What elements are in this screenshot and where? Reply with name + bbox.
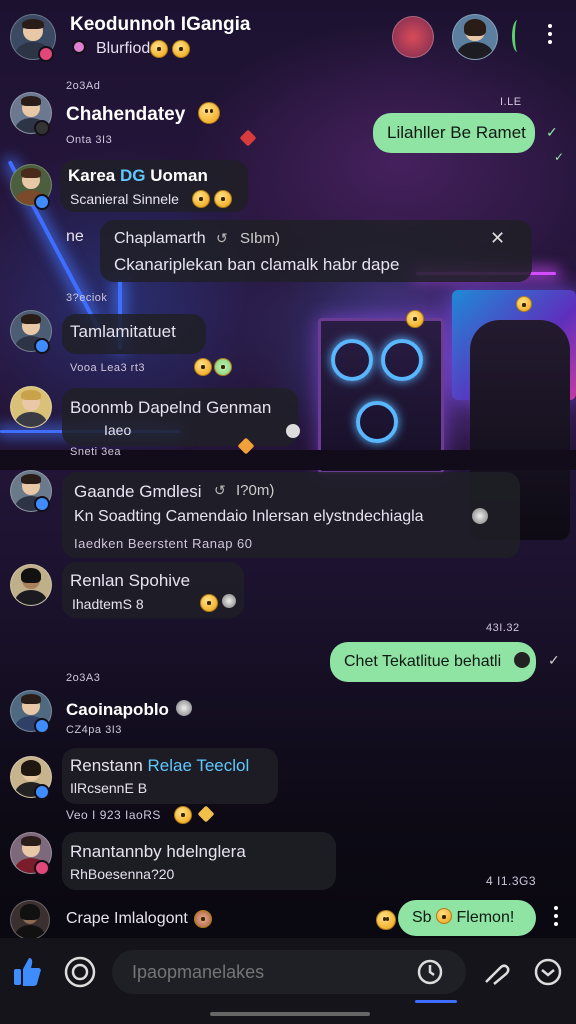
soccer-ball-icon xyxy=(222,594,236,608)
more-vertical-icon[interactable] xyxy=(548,24,552,48)
grin-emoji-icon xyxy=(194,358,212,376)
status-badge xyxy=(34,718,50,734)
soccer-ball-icon xyxy=(472,508,488,524)
message-text: Iaeo xyxy=(104,422,132,438)
date-separator: 3?eciok xyxy=(66,292,108,304)
grin-emoji-icon xyxy=(174,806,192,824)
outgoing-message[interactable]: Chet Tekatlitue behatli xyxy=(330,642,536,682)
grin-emoji-icon xyxy=(214,190,232,208)
smile-emoji-icon xyxy=(436,908,453,924)
participant-avatar[interactable] xyxy=(452,14,498,60)
message-text: Kn Soadting Camendaio Inlersan elystndec… xyxy=(74,508,424,525)
message-text: Ckanariplekan ban clamalk habr dape xyxy=(114,255,400,274)
pin-icon[interactable] xyxy=(482,956,512,986)
reply-icon: ↺ xyxy=(216,230,228,246)
send-icon[interactable] xyxy=(534,958,562,986)
sender-name: Renlan Spohive xyxy=(70,571,191,590)
read-receipt-icon: ✓ xyxy=(548,652,560,668)
message-meta: Vooa Lea3 rt3 xyxy=(70,362,146,374)
message-text: IhadtemS 8 xyxy=(72,596,144,612)
sender-name: Chaplamarth xyxy=(114,230,206,247)
face-emoji-icon xyxy=(194,910,212,928)
sender-name: Karea DG Uoman xyxy=(68,166,208,185)
sender-name: Crape Imlalogont xyxy=(66,910,188,927)
status-badge xyxy=(34,496,50,512)
message-time: SIbm) xyxy=(240,230,281,247)
message-meta: Iaedken Beerstent Ranap 60 xyxy=(74,536,253,551)
thumbs-up-icon[interactable] xyxy=(12,954,42,988)
heart-eyes-emoji-icon xyxy=(172,40,190,58)
active-indicator xyxy=(415,1000,457,1003)
chat-subtitle: Blurfiod xyxy=(96,40,151,57)
clock-icon[interactable] xyxy=(416,958,444,986)
message-text: Scanieral Sinnele xyxy=(70,191,179,207)
camera-icon[interactable] xyxy=(64,956,96,988)
message-meta: CZ4pa 3I3 xyxy=(66,724,122,736)
chat-title[interactable]: Keodunnoh IGangia xyxy=(70,14,251,36)
read-receipt-icon: ✓ xyxy=(546,124,558,140)
home-indicator xyxy=(210,1012,370,1016)
sender-avatar[interactable] xyxy=(10,900,50,940)
sender-name: Renstann Relae Teeclol xyxy=(70,756,250,775)
message-time: 4 I1.3G3 xyxy=(486,874,537,888)
smile-emoji-icon xyxy=(376,910,396,930)
status-badge xyxy=(34,860,50,876)
status-badge xyxy=(34,120,50,136)
message-text: Chet Tekatlitue behatli xyxy=(344,653,502,670)
avatar-dot-icon xyxy=(514,652,530,668)
message-time: 43I.32 xyxy=(486,622,520,634)
message-text: RhBoesenna?20 xyxy=(70,866,175,882)
status-badge xyxy=(72,40,86,54)
message-time: I.LE xyxy=(500,96,522,108)
sender-avatar[interactable] xyxy=(10,564,52,606)
sender-name: Caoinapoblo xyxy=(66,700,169,719)
date-separator: 2o3Ad xyxy=(66,80,101,92)
message-meta: Veo I 923 IaoRS xyxy=(66,808,161,822)
message-text: Lilahller Be Ramet xyxy=(387,123,526,142)
status-badge xyxy=(34,784,50,800)
grin-emoji-icon xyxy=(200,594,218,612)
message-time: I?0m) xyxy=(236,482,275,499)
sender-name: Tamlamitatuet xyxy=(70,322,176,341)
read-receipt-icon: ✓ xyxy=(554,150,565,164)
date-separator: 2o3A3 xyxy=(66,672,101,684)
smile-emoji-icon xyxy=(192,190,210,208)
pin-icon[interactable]: ✕ xyxy=(490,228,505,249)
participant-avatar[interactable] xyxy=(392,16,434,58)
status-badge xyxy=(34,338,50,354)
status-badge xyxy=(38,46,54,62)
smile-emoji-icon xyxy=(406,310,424,328)
status-badge xyxy=(34,194,50,210)
more-vertical-icon[interactable] xyxy=(554,906,558,930)
smile-emoji-icon xyxy=(516,296,532,312)
call-icon[interactable] xyxy=(512,20,523,52)
reply-icon: ↺ xyxy=(214,482,226,498)
sender-name: Rnantannby hdelnglera xyxy=(70,842,246,861)
play-icon[interactable] xyxy=(286,424,300,438)
message-text: Sb xyxy=(412,909,432,926)
chat-header: Keodunnoh IGangia Blurfiod xyxy=(0,0,576,72)
alien-emoji-icon xyxy=(214,358,232,376)
message-input[interactable] xyxy=(112,950,466,994)
message-text: IlRcsennE B xyxy=(70,780,148,796)
smile-emoji-icon xyxy=(198,102,220,124)
sender-avatar[interactable] xyxy=(10,386,52,428)
message-prefix: ne xyxy=(66,228,84,245)
sender-name: Gaande Gmdlesi xyxy=(74,482,202,501)
grin-emoji-icon xyxy=(150,40,168,58)
message-text: Flemon! xyxy=(456,909,515,926)
sender-name: Boonmb Dapelnd Genman xyxy=(70,398,272,417)
sender-name: Chahendatey xyxy=(66,104,186,125)
outgoing-message[interactable]: Lilahller Be Ramet xyxy=(373,113,535,153)
message-meta: Onta 3I3 xyxy=(66,134,113,146)
outgoing-message[interactable]: Sb Flemon! xyxy=(398,900,536,936)
message-meta: Sneti 3ea xyxy=(70,446,121,458)
soccer-ball-icon xyxy=(176,700,192,716)
